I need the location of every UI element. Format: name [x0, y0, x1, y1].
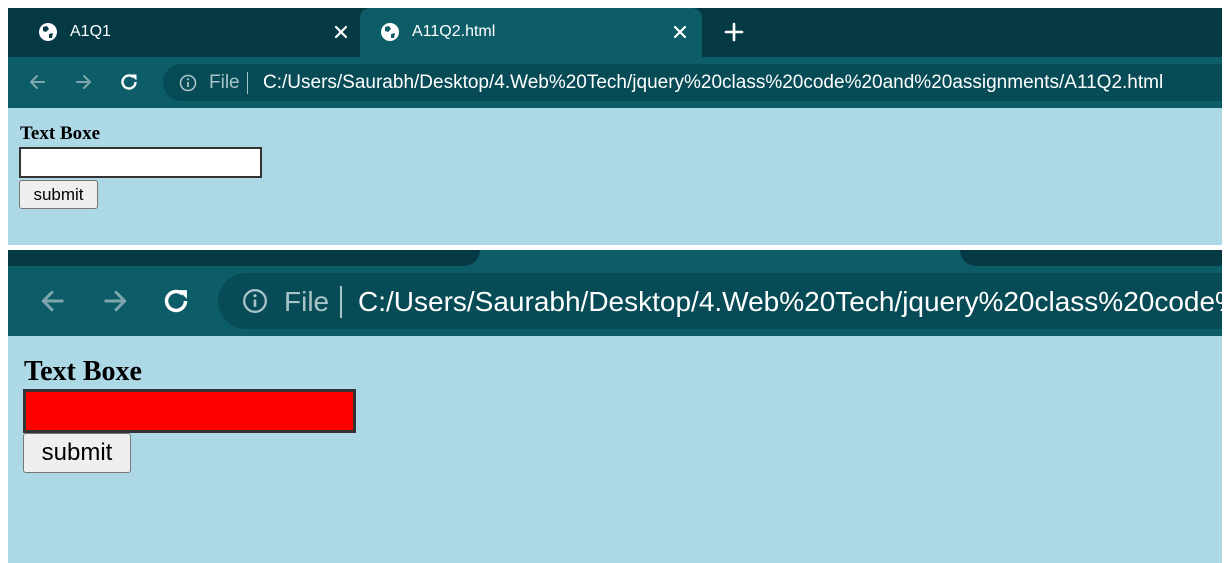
url-text[interactable]: C:/Users/Saurabh/Desktop/4.Web%20Tech/jq…	[263, 72, 1163, 94]
text-input[interactable]	[23, 389, 356, 433]
scheme-label: File	[209, 72, 240, 93]
address-bar[interactable]: File C:/Users/Saurabh/Desktop/4.Web%20Te…	[163, 64, 1222, 101]
close-icon[interactable]	[333, 24, 349, 40]
info-icon[interactable]	[179, 74, 197, 92]
scheme-label: File	[284, 286, 330, 317]
address-divider	[340, 286, 342, 318]
globe-icon	[381, 23, 399, 41]
address-divider	[247, 72, 248, 94]
address-bar[interactable]: File C:/Users/Saurabh/Desktop/4.Web%20Te…	[218, 273, 1222, 329]
tab-edge-left	[8, 250, 480, 266]
arrow-right-icon[interactable]	[73, 71, 95, 93]
page-content: Text Boxe submit	[8, 336, 1222, 563]
info-icon[interactable]	[242, 288, 268, 314]
tab-title: A1Q1	[70, 23, 111, 40]
tab-strip: A1Q1 A11Q2.html	[8, 8, 1222, 57]
submit-button[interactable]: submit	[19, 180, 98, 209]
page-content: Text Boxe submit	[8, 108, 1222, 245]
arrow-left-icon[interactable]	[26, 71, 48, 93]
tab-a1q1[interactable]: A1Q1	[18, 8, 366, 57]
submit-button[interactable]: submit	[23, 433, 131, 473]
url-text[interactable]: C:/Users/Saurabh/Desktop/4.Web%20Tech/jq…	[358, 286, 1222, 318]
globe-icon	[39, 23, 57, 41]
tab-strip	[8, 250, 1222, 266]
text-box-heading: Text Boxe	[20, 123, 101, 144]
close-icon[interactable]	[672, 24, 688, 40]
text-box-heading: Text Boxe	[24, 356, 142, 387]
browser-toolbar: File C:/Users/Saurabh/Desktop/4.Web%20Te…	[8, 57, 1222, 108]
reload-icon[interactable]	[160, 285, 192, 317]
browser-window-before: A1Q1 A11Q2.html File C:/Users/Saurabh/De…	[8, 8, 1222, 245]
text-input[interactable]	[19, 147, 262, 178]
browser-toolbar: File C:/Users/Saurabh/Desktop/4.Web%20Te…	[8, 266, 1222, 336]
browser-window-after: File C:/Users/Saurabh/Desktop/4.Web%20Te…	[8, 250, 1222, 563]
reload-icon[interactable]	[118, 71, 140, 93]
tab-a11q2[interactable]: A11Q2.html	[360, 8, 702, 57]
arrow-left-icon[interactable]	[36, 285, 68, 317]
tab-edge-right	[960, 250, 1222, 266]
plus-icon[interactable]	[724, 22, 744, 42]
tab-title: A11Q2.html	[412, 23, 496, 40]
arrow-right-icon[interactable]	[100, 285, 132, 317]
